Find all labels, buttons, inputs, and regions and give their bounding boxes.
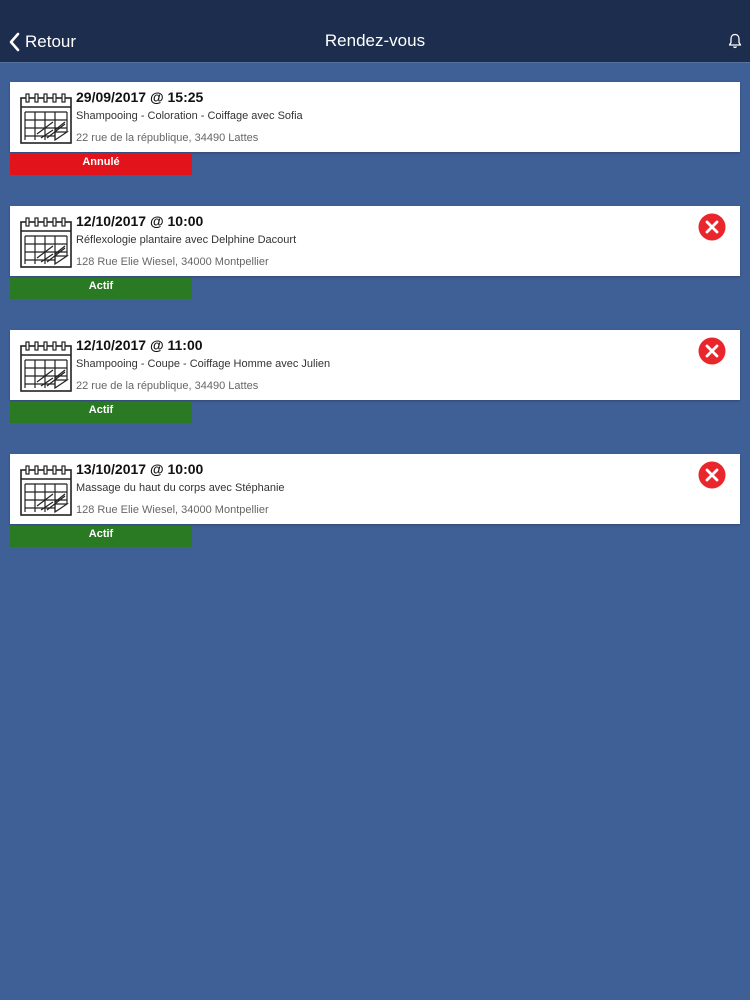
appointment-datetime: 12/10/2017 @ 10:00 xyxy=(76,213,204,229)
appointment-datetime: 12/10/2017 @ 11:00 xyxy=(76,337,203,353)
cancel-appointment-icon[interactable] xyxy=(698,213,726,241)
appointment-card[interactable]: 29/09/2017 @ 15:25 Shampooing - Colorati… xyxy=(10,82,740,152)
appointment-service: Shampooing - Coupe - Coiffage Homme avec… xyxy=(76,358,331,370)
calendar-icon xyxy=(20,464,72,516)
top-navigation-bar: Retour Rendez-vous xyxy=(0,0,750,63)
cancel-appointment-icon[interactable] xyxy=(698,337,726,365)
status-badge: Actif xyxy=(10,278,192,299)
appointment-service: Réflexologie plantaire avec Delphine Dac… xyxy=(76,234,297,246)
status-badge: Actif xyxy=(10,402,192,423)
appointment-datetime: 29/09/2017 @ 15:25 xyxy=(76,89,204,105)
bell-icon[interactable] xyxy=(728,33,742,49)
cancel-appointment-icon[interactable] xyxy=(698,461,726,489)
appointment-service: Massage du haut du corps avec Stéphanie xyxy=(76,482,285,494)
status-badge: Actif xyxy=(10,526,192,547)
appointment-address: 22 rue de la république, 34490 Lattes xyxy=(76,132,259,144)
appointment-address: 22 rue de la république, 34490 Lattes xyxy=(76,380,259,392)
appointment-card[interactable]: 12/10/2017 @ 11:00 Shampooing - Coupe - … xyxy=(10,330,740,400)
appointment-card[interactable]: 13/10/2017 @ 10:00 Massage du haut du co… xyxy=(10,454,740,524)
calendar-icon xyxy=(20,340,72,392)
appointment-address: 128 Rue Elie Wiesel, 34000 Montpellier xyxy=(76,256,269,268)
appointment-datetime: 13/10/2017 @ 10:00 xyxy=(76,461,204,477)
calendar-icon xyxy=(20,216,72,268)
calendar-icon xyxy=(20,92,72,144)
page-title: Rendez-vous xyxy=(324,31,426,50)
appointment-address: 128 Rue Elie Wiesel, 34000 Montpellier xyxy=(76,504,269,516)
status-badge: Annulé xyxy=(10,154,192,175)
appointment-card[interactable]: 12/10/2017 @ 10:00 Réflexologie plantair… xyxy=(10,206,740,276)
appointment-service: Shampooing - Coloration - Coiffage avec … xyxy=(76,110,303,122)
